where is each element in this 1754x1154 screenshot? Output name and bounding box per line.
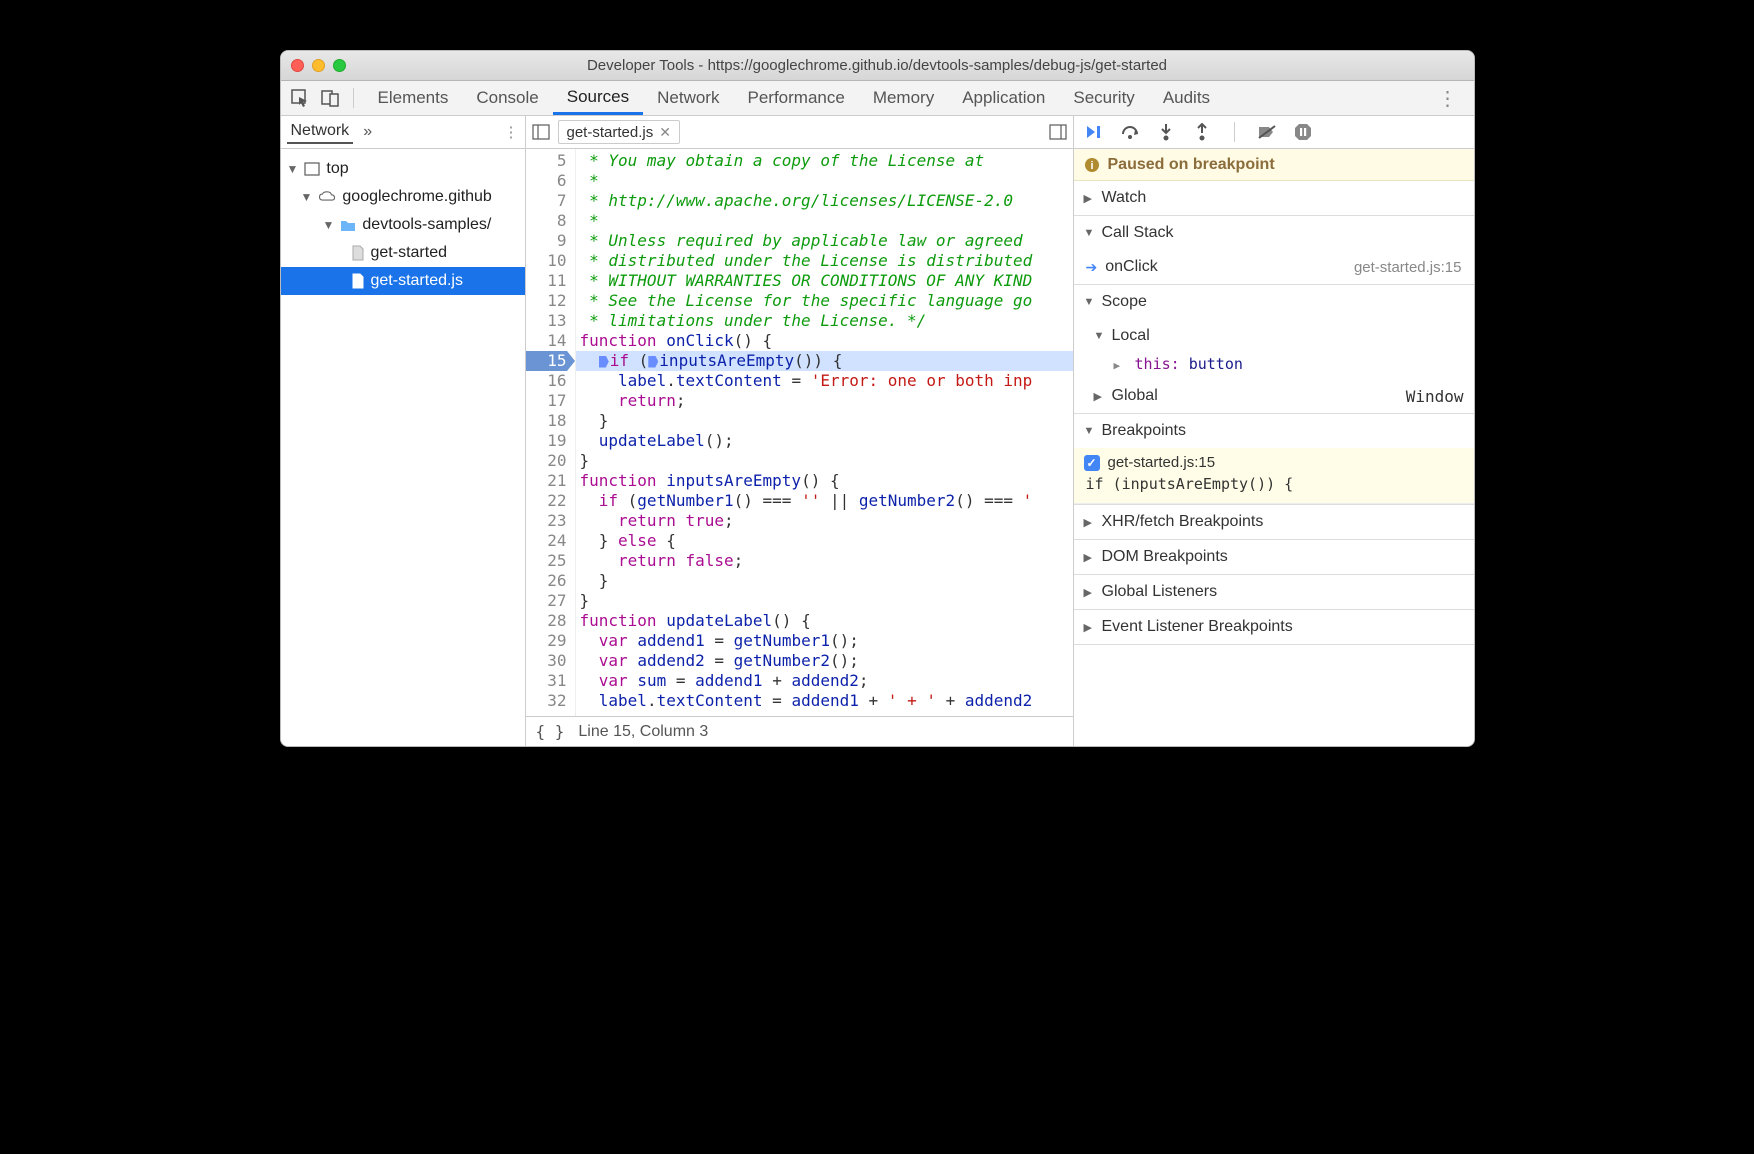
- callstack-section[interactable]: Call Stack: [1074, 216, 1474, 250]
- tree-folder[interactable]: ▼ devtools-samples/: [281, 211, 525, 239]
- navigator-more-icon[interactable]: ⋮: [504, 123, 519, 141]
- scope-section[interactable]: Scope: [1074, 285, 1474, 319]
- step-into-icon[interactable]: [1156, 122, 1176, 142]
- inspect-element-icon[interactable]: [287, 85, 313, 111]
- breakpoint-entry[interactable]: get-started.js:15 if (inputsAreEmpty()) …: [1074, 448, 1474, 504]
- code-editor[interactable]: 5678910111213141516171819202122232425262…: [526, 149, 1073, 716]
- editor-status: { } Line 15, Column 3: [526, 716, 1073, 746]
- tree-top[interactable]: ▼ top: [281, 155, 525, 183]
- svg-text:i: i: [1090, 160, 1093, 172]
- tab-memory[interactable]: Memory: [859, 81, 948, 115]
- scope-global[interactable]: Global Window: [1074, 379, 1474, 413]
- deactivate-breakpoints-icon[interactable]: [1257, 122, 1277, 142]
- tab-application[interactable]: Application: [948, 81, 1059, 115]
- pause-exceptions-icon[interactable]: [1293, 122, 1313, 142]
- callstack-frame[interactable]: ➔ onClick get-started.js:15: [1074, 250, 1474, 284]
- devtools-tabs: ElementsConsoleSourcesNetworkPerformance…: [281, 81, 1474, 116]
- editor-tab-getstarted[interactable]: get-started.js ✕: [558, 120, 680, 144]
- navigator-tab-network[interactable]: Network: [287, 120, 354, 144]
- tree-file-html[interactable]: get-started: [281, 239, 525, 267]
- debugger-toolbar: [1074, 116, 1474, 149]
- navigator-overflow-icon[interactable]: »: [363, 123, 372, 141]
- pretty-print-icon[interactable]: { }: [536, 722, 565, 741]
- tab-sources[interactable]: Sources: [553, 81, 643, 115]
- tab-security[interactable]: Security: [1059, 81, 1148, 115]
- titlebar: Developer Tools - https://googlechrome.g…: [281, 51, 1474, 81]
- scope-variable[interactable]: this: button: [1074, 353, 1474, 379]
- breakpoint-checkbox[interactable]: [1084, 455, 1100, 471]
- tab-performance[interactable]: Performance: [733, 81, 858, 115]
- scope-local[interactable]: Local: [1074, 319, 1474, 353]
- resume-icon[interactable]: [1084, 122, 1104, 142]
- paused-banner: i Paused on breakpoint: [1074, 149, 1474, 181]
- file-tree: ▼ top ▼ googlechrome.github ▼ devtools-s…: [281, 149, 525, 301]
- step-out-icon[interactable]: [1192, 122, 1212, 142]
- editor-pane: get-started.js ✕ 56789101112131415161718…: [526, 116, 1074, 746]
- navigator-header: Network » ⋮: [281, 116, 525, 149]
- breakpoints-section[interactable]: Breakpoints: [1074, 414, 1474, 448]
- current-frame-icon: ➔: [1086, 259, 1098, 276]
- frame-location: get-started.js:15: [1354, 259, 1462, 276]
- watch-section[interactable]: Watch: [1074, 181, 1474, 215]
- close-tab-icon[interactable]: ✕: [659, 124, 671, 141]
- tab-audits[interactable]: Audits: [1149, 81, 1224, 115]
- devtools-window: Developer Tools - https://googlechrome.g…: [280, 50, 1475, 747]
- device-toolbar-icon[interactable]: [317, 85, 343, 111]
- xhr-breakpoints-section[interactable]: XHR/fetch Breakpoints: [1074, 505, 1474, 539]
- tree-file-js[interactable]: get-started.js: [281, 267, 525, 295]
- toggle-navigator-icon[interactable]: [532, 124, 550, 140]
- more-icon[interactable]: ⋮: [1428, 86, 1468, 111]
- toggle-debugger-icon[interactable]: [1049, 124, 1067, 140]
- tab-console[interactable]: Console: [462, 81, 552, 115]
- debugger-pane: i Paused on breakpoint Watch Call Stack …: [1074, 116, 1474, 746]
- editor-tab-bar: get-started.js ✕: [526, 116, 1073, 149]
- global-listeners-section[interactable]: Global Listeners: [1074, 575, 1474, 609]
- tab-network[interactable]: Network: [643, 81, 733, 115]
- step-over-icon[interactable]: [1120, 122, 1140, 142]
- tree-domain[interactable]: ▼ googlechrome.github: [281, 183, 525, 211]
- event-listener-breakpoints-section[interactable]: Event Listener Breakpoints: [1074, 610, 1474, 644]
- navigator-pane: Network » ⋮ ▼ top ▼ googlechrome.github …: [281, 116, 526, 746]
- dom-breakpoints-section[interactable]: DOM Breakpoints: [1074, 540, 1474, 574]
- window-title: Developer Tools - https://googlechrome.g…: [281, 57, 1474, 74]
- cursor-position: Line 15, Column 3: [578, 723, 708, 741]
- tab-elements[interactable]: Elements: [364, 81, 463, 115]
